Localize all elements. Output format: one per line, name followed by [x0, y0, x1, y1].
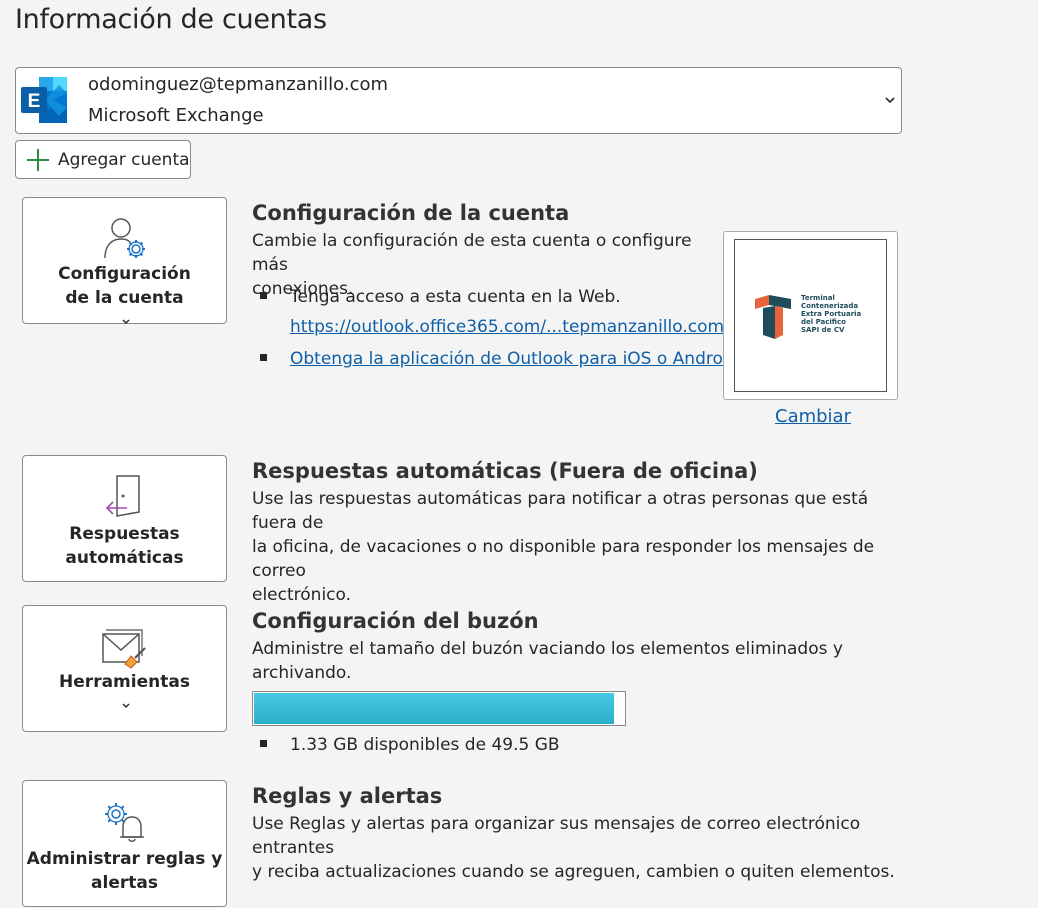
company-logo: Terminal Contenerizada Extra Portuaria d… — [734, 239, 887, 392]
chevron-down-icon — [122, 703, 129, 708]
account-settings-tile-label: Configuración de la cuenta — [23, 262, 226, 334]
bullet — [260, 740, 267, 747]
rules-section: Reglas y alertas Use Reglas y alertas pa… — [252, 784, 912, 884]
plus-icon — [27, 149, 49, 171]
company-logo-mark — [755, 295, 791, 339]
mailbox-usage-text: 1.33 GB disponibles de 49.5 GB — [290, 735, 560, 755]
svg-text:E: E — [28, 91, 41, 112]
auto-replies-tile-label: Respuestas automáticas — [65, 524, 184, 568]
chevron-down-icon — [885, 97, 895, 104]
mailbox-section: Configuración del buzón Administre el ta… — [252, 609, 872, 685]
auto-replies-desc: Use las respuestas automáticas para noti… — [252, 489, 875, 605]
account-info-page: Información de cuentas E odominguez@tepm… — [0, 0, 1038, 908]
add-account-button[interactable]: Agregar cuenta — [15, 140, 191, 179]
rules-title: Reglas y alertas — [252, 784, 443, 808]
account-settings-tile[interactable]: Configuración de la cuenta — [22, 197, 227, 324]
rules-tile-label: Administrar reglas y alertas — [26, 849, 223, 893]
add-account-label: Agregar cuenta — [58, 150, 190, 170]
rules-desc: Use Reglas y alertas para organizar sus … — [252, 814, 895, 882]
bullet — [260, 354, 267, 361]
mailbox-desc: Administre el tamaño del buzón vaciando … — [252, 639, 843, 683]
out-of-office-icon — [105, 475, 140, 517]
mailbox-title: Configuración del buzón — [252, 609, 539, 633]
auto-replies-tile[interactable]: Respuestas automáticas — [22, 455, 227, 582]
owa-link[interactable]: https://outlook.office365.com/...tepmanz… — [290, 315, 730, 339]
company-logo-text: Terminal Contenerizada Extra Portuaria d… — [801, 294, 862, 334]
mobile-app-link[interactable]: Obtenga la aplicación de Outlook para iO… — [290, 347, 744, 371]
web-access-text: Tenga acceso a esta cuenta en la Web. — [290, 287, 621, 307]
account-email: odominguez@tepmanzanillo.com — [88, 74, 389, 95]
page-title: Información de cuentas — [15, 4, 327, 35]
exchange-icon: E — [21, 77, 67, 123]
mailbox-usage-fill — [254, 693, 614, 724]
account-photo: Terminal Contenerizada Extra Portuaria d… — [723, 231, 898, 400]
tools-tile[interactable]: Herramientas — [22, 605, 227, 732]
account-type: Microsoft Exchange — [88, 105, 264, 126]
user-settings-icon — [103, 218, 145, 259]
account-selector[interactable]: E odominguez@tepmanzanillo.com Microsoft… — [15, 67, 902, 134]
mailbox-usage-bar — [252, 691, 626, 726]
rules-tile[interactable]: Administrar reglas y alertas — [22, 780, 227, 907]
mailbox-cleanup-icon — [101, 629, 146, 669]
account-settings-title: Configuración de la cuenta — [252, 201, 570, 225]
bullet — [260, 292, 267, 299]
rules-alerts-icon — [104, 803, 144, 842]
auto-replies-section: Respuestas automáticas (Fuera de oficina… — [252, 459, 912, 607]
auto-replies-title: Respuestas automáticas (Fuera de oficina… — [252, 459, 758, 483]
chevron-down-icon — [122, 319, 129, 324]
tools-tile-label: Herramientas — [23, 670, 226, 718]
change-photo-link[interactable]: Cambiar — [775, 406, 851, 427]
